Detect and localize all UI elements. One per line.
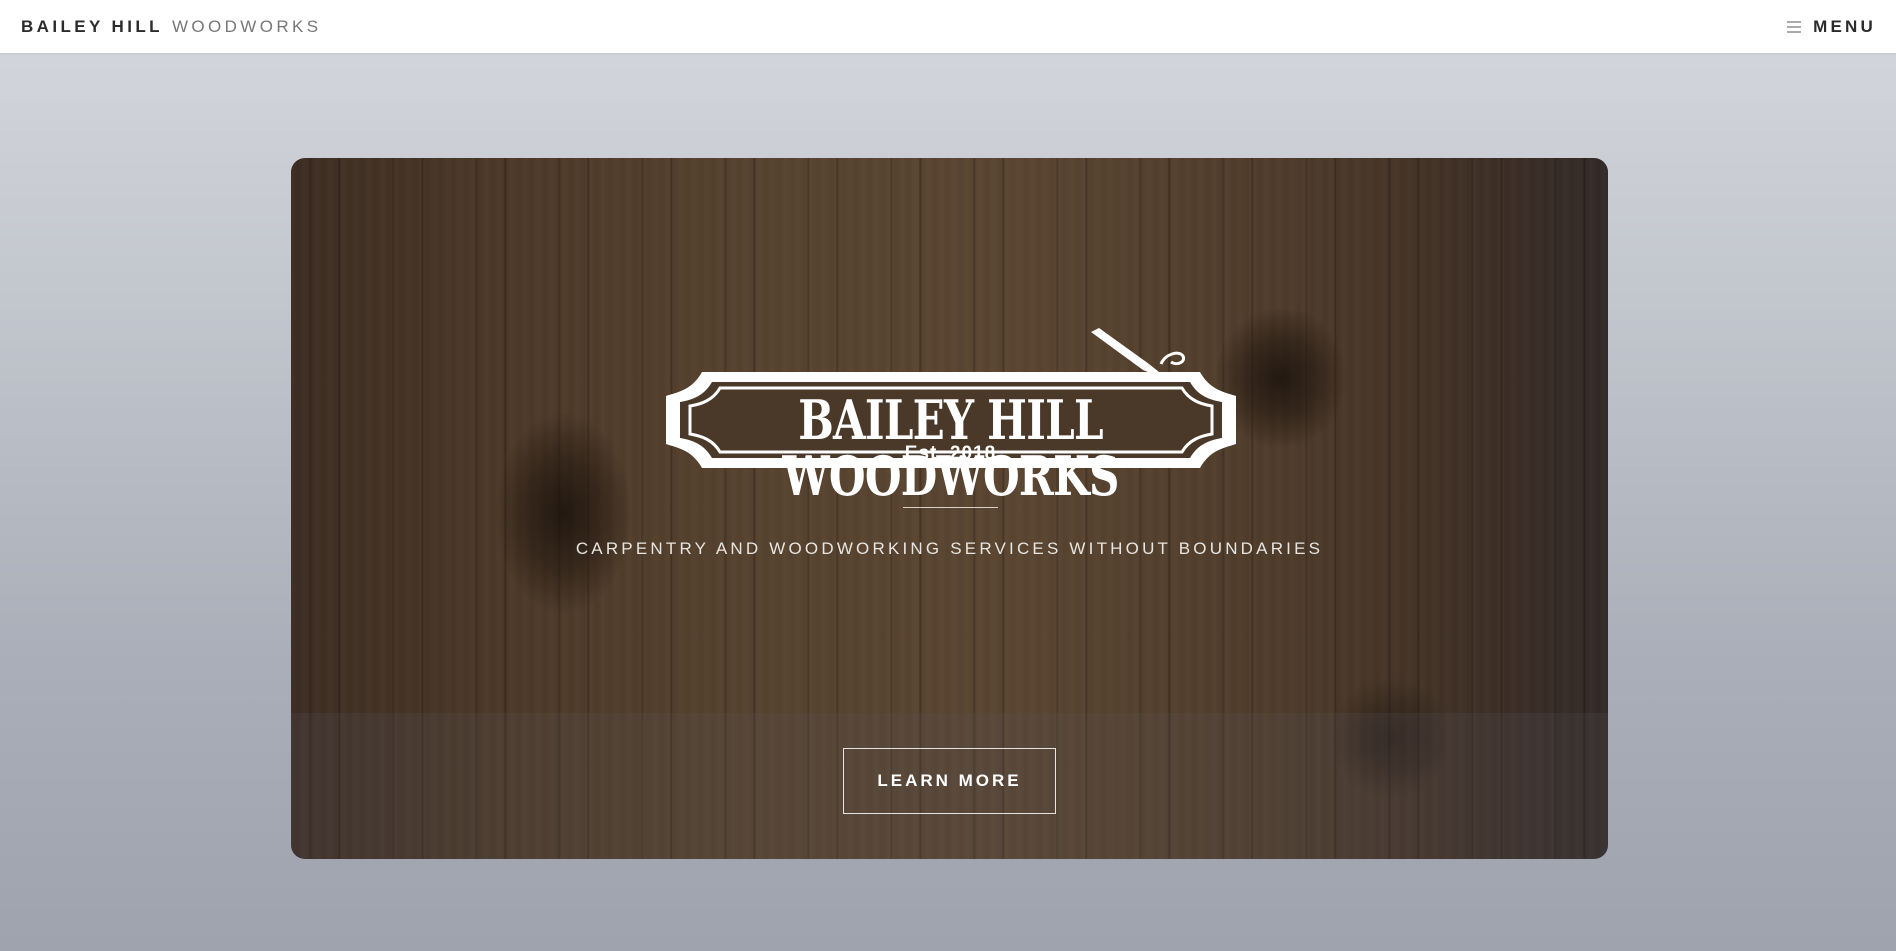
hero-tagline: CARPENTRY AND WOODWORKING SERVICES WITHO… <box>575 539 1324 558</box>
site-brand-link[interactable]: BAILEY HILL WOODWORKS <box>21 0 322 53</box>
hamburger-icon <box>1787 20 1802 33</box>
learn-more-button[interactable]: LEARN MORE <box>843 748 1056 814</box>
site-logo: BAILEY HILL WOODWORKS Est. 2018 <box>658 326 1243 504</box>
chisel-icon <box>1091 328 1186 374</box>
menu-label: MENU <box>1813 16 1876 36</box>
hero-card: BAILEY HILL WOODWORKS Est. 2018 CARPENTR… <box>291 158 1608 859</box>
site-header: BAILEY HILL WOODWORKS MENU <box>0 0 1896 53</box>
logo-established: Est. 2018 <box>904 443 997 464</box>
wood-knot <box>496 413 631 613</box>
brand-name-strong: BAILEY HILL <box>21 16 163 36</box>
menu-button[interactable]: MENU <box>1787 0 1876 53</box>
hero-divider <box>903 507 998 508</box>
brand-name-light: WOODWORKS <box>171 16 322 36</box>
